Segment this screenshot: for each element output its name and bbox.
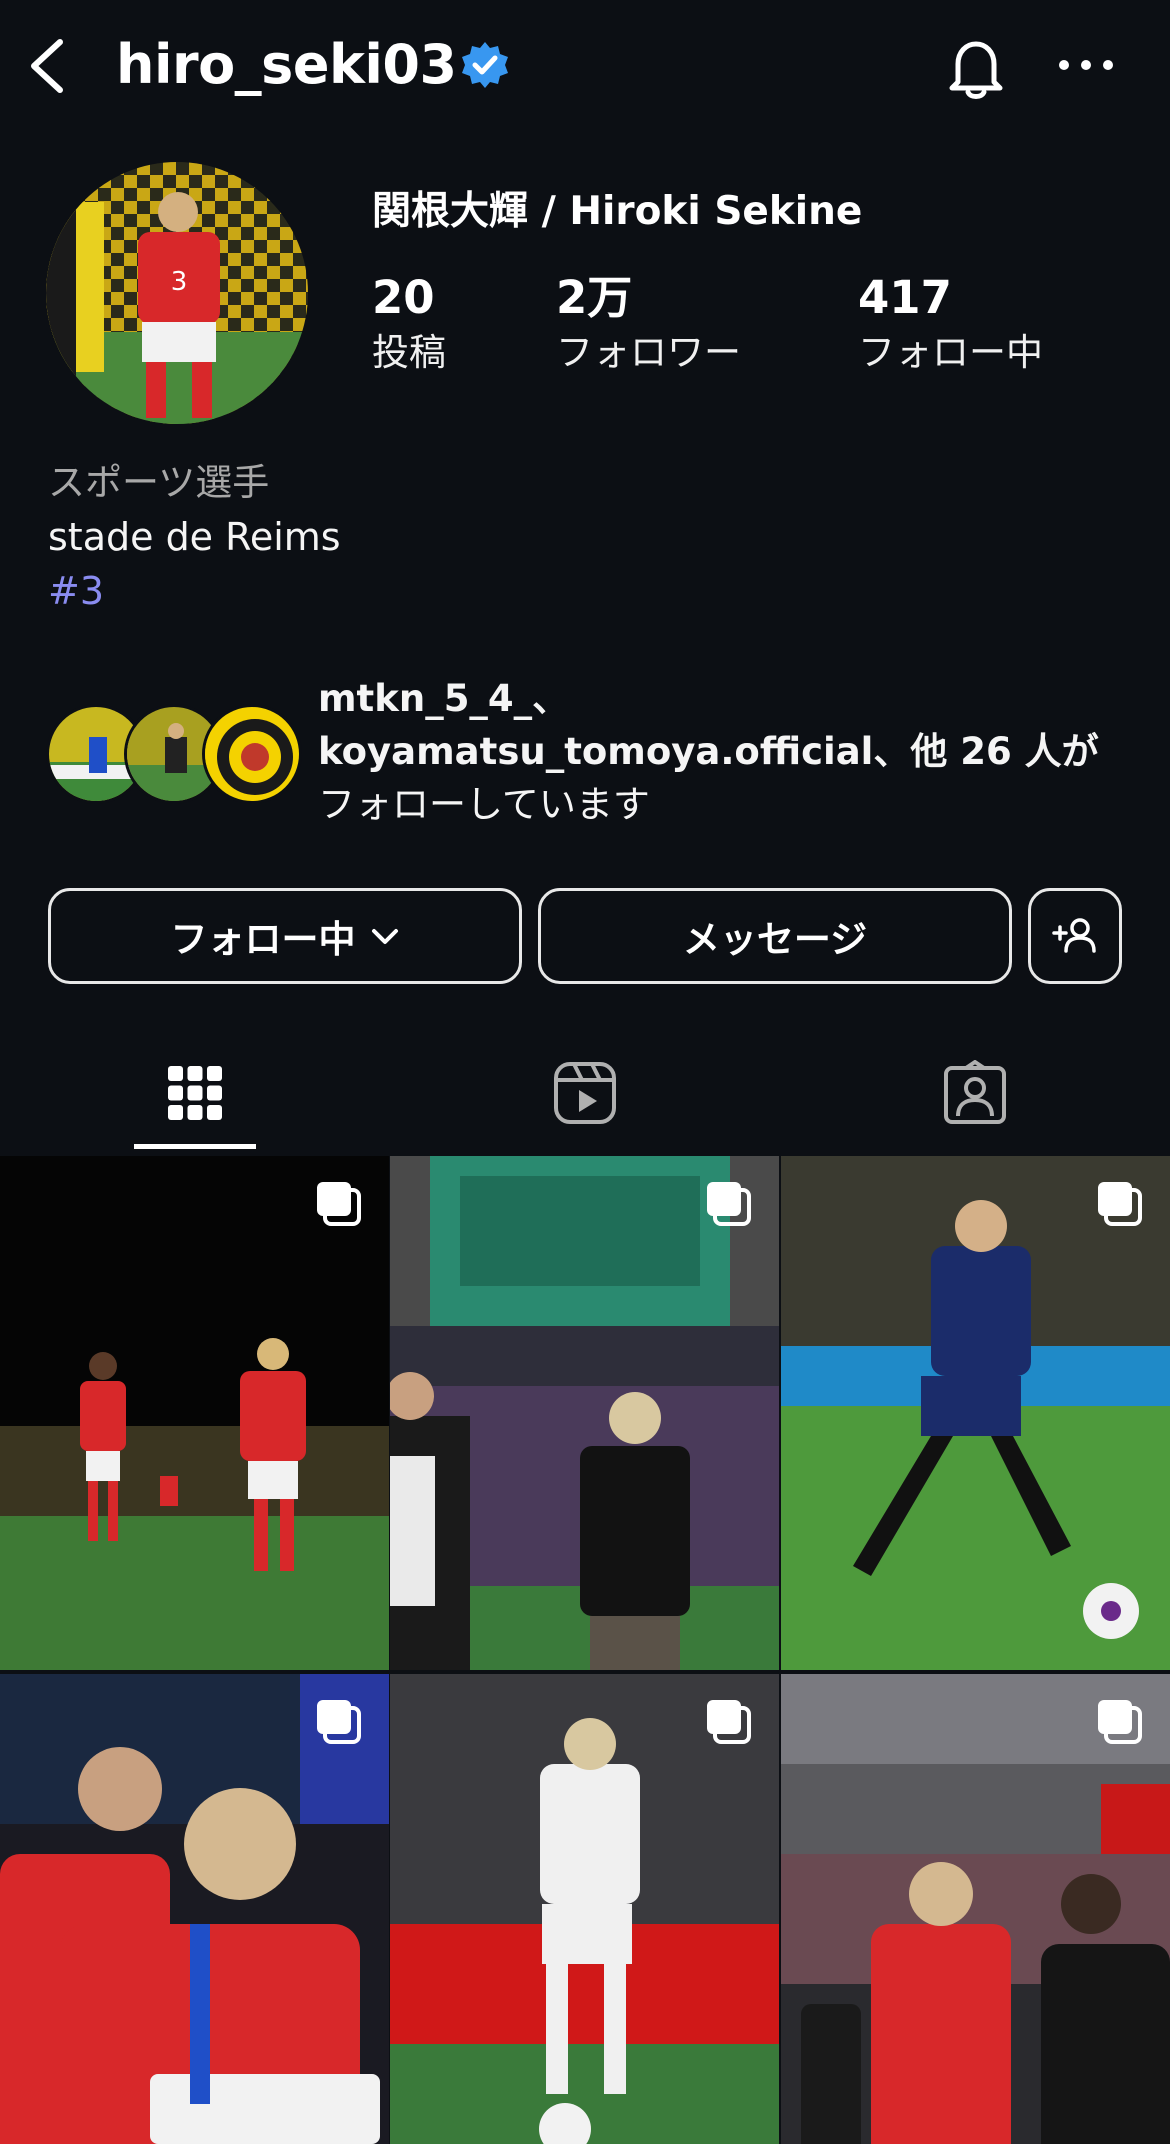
tab-reels[interactable] bbox=[390, 1030, 780, 1156]
bell-icon bbox=[949, 41, 1003, 99]
post-thumbnail[interactable] bbox=[781, 1156, 1170, 1670]
profile-username: hiro_seki03 bbox=[116, 33, 457, 96]
followers-count-value: 2万 bbox=[556, 271, 633, 324]
post-thumbnail[interactable] bbox=[781, 1674, 1170, 2144]
bio: スポーツ選手 stade de Reims #3 bbox=[48, 456, 341, 618]
following-count[interactable]: 417 フォロー中 bbox=[858, 268, 1043, 378]
add-person-icon bbox=[1052, 918, 1096, 953]
back-button[interactable] bbox=[22, 34, 72, 98]
posts-grid bbox=[0, 1156, 1170, 2144]
post-thumbnail[interactable] bbox=[0, 1156, 389, 1670]
svg-text:3: 3 bbox=[171, 267, 188, 297]
top-bar: hiro_seki03 bbox=[0, 0, 1170, 130]
bio-category: スポーツ選手 bbox=[48, 461, 270, 504]
more-options-button[interactable] bbox=[1052, 48, 1122, 78]
mutual-users-line2: koyamatsu_tomoya.official、他 26 人が bbox=[318, 730, 1099, 773]
mutual-avatar bbox=[202, 704, 302, 804]
carousel-icon bbox=[317, 1182, 361, 1226]
followers-count-label: フォロワー bbox=[556, 331, 741, 374]
following-button[interactable]: フォロー中 bbox=[48, 888, 522, 984]
post-thumbnail[interactable] bbox=[0, 1674, 389, 2144]
tab-posts[interactable] bbox=[0, 1030, 390, 1156]
posts-count[interactable]: 20 投稿 bbox=[372, 268, 446, 378]
verified-badge-icon bbox=[460, 40, 510, 90]
tagged-person-icon bbox=[944, 1060, 1006, 1124]
active-tab-indicator bbox=[134, 1144, 256, 1149]
followers-count[interactable]: 2万 フォロワー bbox=[556, 268, 741, 378]
carousel-icon bbox=[317, 1700, 361, 1744]
grid-icon bbox=[168, 1066, 222, 1120]
following-count-value: 417 bbox=[858, 271, 952, 324]
carousel-icon bbox=[707, 1700, 751, 1744]
tab-tagged[interactable] bbox=[780, 1030, 1170, 1156]
carousel-icon bbox=[1098, 1182, 1142, 1226]
bio-line: stade de Reims bbox=[48, 515, 341, 559]
display-name: 関根大輝 / Hiroki Sekine bbox=[372, 189, 863, 234]
notifications-button[interactable] bbox=[940, 32, 1012, 104]
mutual-suffix: フォローしています bbox=[318, 783, 650, 826]
reels-icon bbox=[554, 1062, 616, 1124]
post-thumbnail[interactable] bbox=[390, 1674, 779, 2144]
profile-avatar[interactable]: 3 bbox=[46, 162, 308, 424]
posts-count-value: 20 bbox=[372, 271, 435, 324]
following-count-label: フォロー中 bbox=[858, 331, 1043, 374]
bio-hashtag[interactable]: #3 bbox=[48, 564, 341, 618]
mutual-users-line1: mtkn_5_4_、 bbox=[318, 677, 570, 720]
profile-tabs bbox=[0, 1030, 1170, 1156]
carousel-icon bbox=[707, 1182, 751, 1226]
chevron-left-icon bbox=[31, 39, 63, 93]
following-button-label: フォロー中 bbox=[170, 918, 356, 961]
mutual-followers-text[interactable]: mtkn_5_4_、 koyamatsu_tomoya.official、他 2… bbox=[318, 672, 1138, 831]
post-thumbnail[interactable] bbox=[390, 1156, 779, 1670]
chevron-down-icon bbox=[371, 929, 398, 944]
carousel-icon bbox=[1098, 1700, 1142, 1744]
suggested-users-button[interactable] bbox=[1028, 888, 1122, 984]
mutual-followers-avatars[interactable] bbox=[46, 704, 302, 804]
more-horizontal-icon bbox=[1059, 60, 1113, 70]
posts-count-label: 投稿 bbox=[372, 331, 446, 374]
message-button-label: メッセージ bbox=[682, 918, 868, 961]
message-button[interactable]: メッセージ bbox=[538, 888, 1012, 984]
